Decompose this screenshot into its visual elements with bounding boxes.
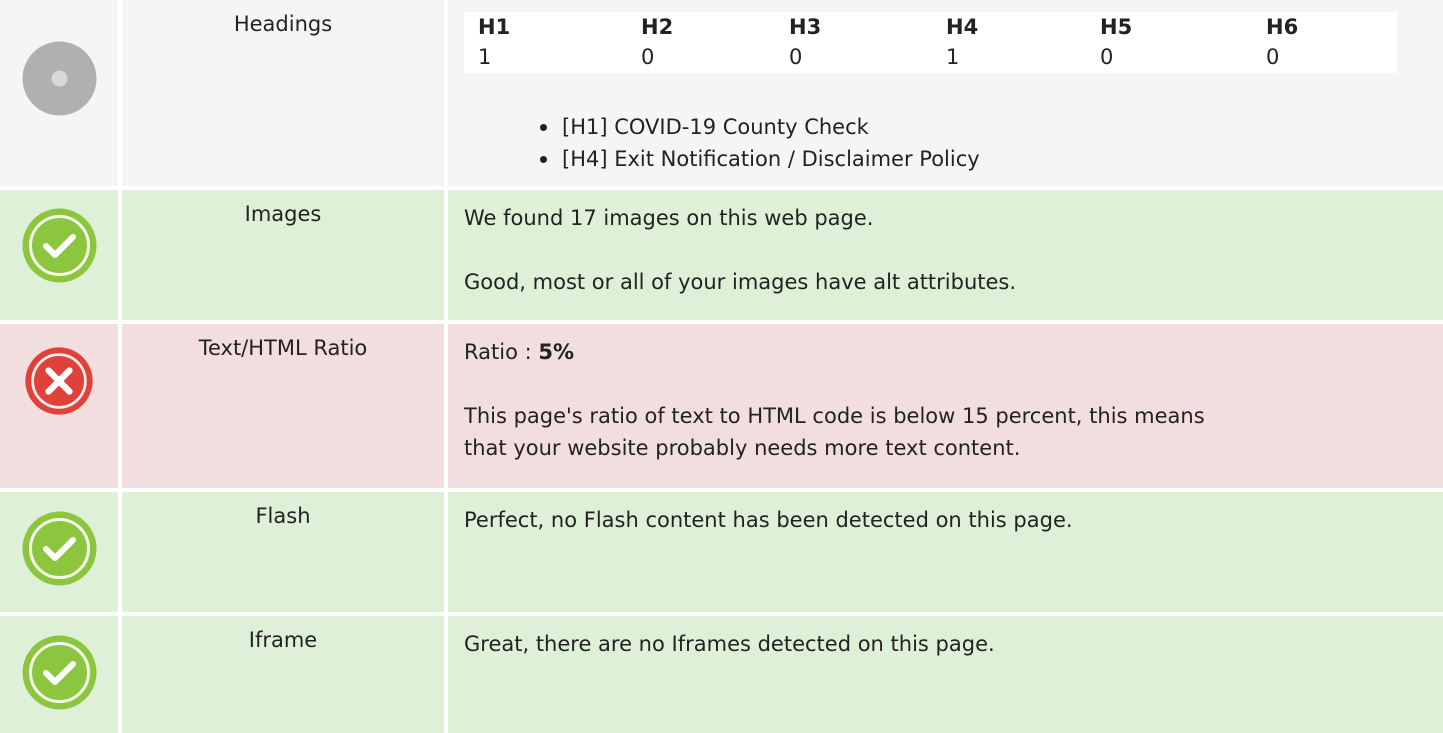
neutral-status-icon — [21, 40, 98, 117]
iframe-status-cell — [0, 616, 118, 733]
ratio-line: Ratio : 5% — [464, 336, 1443, 368]
heading-tag: H6 — [1266, 15, 1299, 39]
headings-label: Headings — [122, 0, 444, 186]
heading-tag: H4 — [946, 15, 979, 39]
check-icon — [21, 207, 98, 284]
iframe-content: Great, there are no Iframes detected on … — [448, 616, 1443, 733]
heading-col-h4: H4 1 — [946, 12, 1076, 72]
iframe-label: Iframe — [122, 616, 444, 733]
iframe-row: Iframe Great, there are no Iframes detec… — [0, 616, 1443, 733]
check-icon — [21, 634, 98, 711]
heading-count: 0 — [1266, 45, 1280, 69]
images-label: Images — [122, 190, 444, 320]
flash-text: Perfect, no Flash content has been detec… — [464, 508, 1073, 532]
flash-row: Flash Perfect, no Flash content has been… — [0, 492, 1443, 612]
heading-col-h3: H3 0 — [789, 12, 919, 72]
heading-count: 1 — [946, 45, 960, 69]
heading-count: 0 — [1100, 45, 1114, 69]
text-html-ratio-row: Text/HTML Ratio Ratio : 5% This page's r… — [0, 324, 1443, 488]
list-item: [H4] Exit Notification / Disclaimer Poli… — [538, 143, 980, 175]
heading-count: 1 — [478, 45, 492, 69]
heading-tag: H3 — [789, 15, 822, 39]
heading-tag: H1 — [478, 15, 511, 39]
error-icon — [24, 346, 94, 416]
heading-col-h2: H2 0 — [641, 12, 771, 72]
images-content: We found 17 images on this web page. Goo… — [448, 190, 1443, 320]
heading-col-h5: H5 0 — [1100, 12, 1230, 72]
headings-count-table: H1 1 H2 0 H3 0 H4 1 H5 0 H6 0 — [464, 12, 1397, 73]
ratio-label: Text/HTML Ratio — [122, 324, 444, 488]
images-row: Images We found 17 images on this web pa… — [0, 190, 1443, 320]
headings-list: [H1] COVID-19 County Check [H4] Exit Not… — [538, 111, 980, 175]
images-alt-text: Good, most or all of your images have al… — [464, 270, 1017, 294]
iframe-text: Great, there are no Iframes detected on … — [464, 632, 995, 656]
flash-label: Flash — [122, 492, 444, 612]
flash-status-cell — [0, 492, 118, 612]
check-icon — [21, 510, 98, 587]
ratio-description-2: that your website probably needs more te… — [464, 436, 1021, 460]
heading-col-h1: H1 1 — [478, 12, 608, 72]
heading-tag: H2 — [641, 15, 674, 39]
list-item: [H1] COVID-19 County Check — [538, 111, 980, 143]
ratio-prefix: Ratio : — [464, 340, 539, 364]
heading-count: 0 — [641, 45, 655, 69]
heading-count: 0 — [789, 45, 803, 69]
headings-status-cell — [0, 0, 118, 186]
ratio-content: Ratio : 5% This page's ratio of text to … — [448, 324, 1443, 488]
heading-tag: H5 — [1100, 15, 1133, 39]
ratio-description-1: This page's ratio of text to HTML code i… — [464, 404, 1205, 428]
flash-content: Perfect, no Flash content has been detec… — [448, 492, 1443, 612]
images-status-cell — [0, 190, 118, 320]
heading-col-h6: H6 0 — [1266, 12, 1396, 72]
images-count-text: We found 17 images on this web page. — [464, 206, 874, 230]
ratio-value: 5% — [538, 340, 574, 364]
ratio-status-cell — [0, 324, 118, 488]
